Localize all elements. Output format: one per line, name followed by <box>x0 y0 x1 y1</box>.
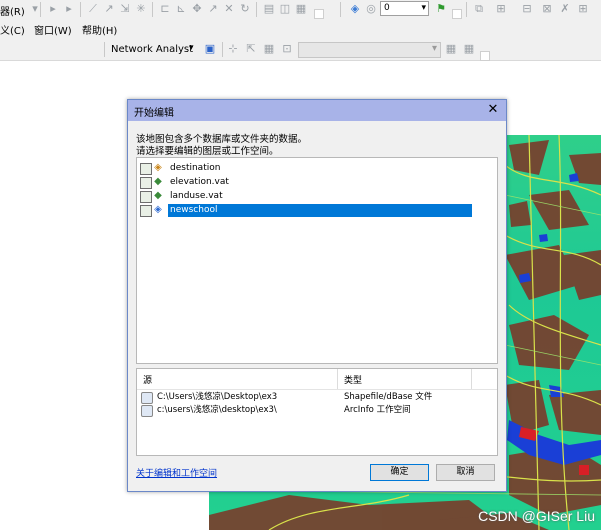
start-editing-dialog: 开始编辑 ✕ 该地图包含多个数据库或文件夹的数据。 请选择要编辑的图层或工作空间… <box>127 99 507 492</box>
network-analyst-menu[interactable]: Network Analyst <box>111 44 193 55</box>
list-item-elevation[interactable]: ◆ elevation.vat <box>140 176 475 189</box>
point-layer-icon: ◈ <box>154 204 162 215</box>
toolbar-options-dropdown[interactable] <box>314 9 324 19</box>
cancel-button[interactable]: 取消 <box>436 464 495 481</box>
source-path: C:\Users\浅悠凉\Desktop\ex3 <box>157 392 278 402</box>
source-type: ArcInfo 工作空间 <box>344 405 411 415</box>
toolbar-separator <box>80 2 81 17</box>
reshape-icon[interactable]: ⊾ <box>174 2 188 16</box>
georef-layer-icon[interactable]: ◈ <box>348 2 362 16</box>
delete-link-icon[interactable]: ✗ <box>558 2 572 16</box>
chevron-down-icon[interactable]: ▾ <box>189 43 194 53</box>
column-header-type: 类型 <box>344 376 363 386</box>
toolbar-row-3: Network Analyst ▾ ▣ ⊹ ⇱ ▦ ⊡ ▾ ▦ ▦ <box>0 39 601 61</box>
viewer-icon[interactable]: ⊞ <box>576 2 590 16</box>
table-row[interactable]: c:\users\浅悠凉\desktop\ex3\ ArcInfo 工作空间 <box>141 404 491 417</box>
snap-icon[interactable]: ✳ <box>134 2 148 16</box>
menu-item-customize[interactable]: 义(C) <box>0 22 25 37</box>
scale-icon[interactable]: ↗ <box>206 2 220 16</box>
layer-list[interactable]: ◈ destination ◆ elevation.vat ◆ landuse.… <box>136 157 498 364</box>
layer-label: landuse.vat <box>170 191 223 201</box>
list-item-destination[interactable]: ◈ destination <box>140 162 475 175</box>
source-path: c:\users\浅悠凉\desktop\ex3\ <box>157 405 277 415</box>
help-link[interactable]: 关于编辑和工作空间 <box>136 466 217 479</box>
select-link-icon[interactable]: ⊠ <box>540 2 554 16</box>
menu-item-window[interactable]: 窗口(W) <box>34 22 72 37</box>
flag-icon[interactable]: ⚑ <box>434 2 448 16</box>
step-icon[interactable]: ▸ <box>62 2 76 16</box>
layer-label: elevation.vat <box>170 177 229 187</box>
point-layer-icon: ◈ <box>154 162 162 173</box>
toolbar-row-1: 器(R) ▾ ▸ ▸ ⟋ ↗ ⇲ ✳ ⊏ ⊾ ✥ ↗ ✕ ↻ ▤ ◫ ▦ ◈ ◎… <box>0 0 601 19</box>
column-header-source: 源 <box>143 376 153 386</box>
layer-label: destination <box>170 163 221 173</box>
georef-value-dropdown[interactable]: 0 ▾ <box>380 1 429 16</box>
close-icon[interactable]: ✕ <box>486 102 500 118</box>
dialog-description-line2: 请选择要编辑的图层或工作空间。 <box>136 146 279 157</box>
line-tool-icon[interactable]: ⟋ <box>86 2 100 16</box>
split-icon[interactable]: ⊏ <box>158 2 172 16</box>
toolbar-separator <box>104 42 105 57</box>
link-table-icon[interactable]: ⊟ <box>520 2 534 16</box>
georef-value: 0 <box>384 3 390 13</box>
georef-zoom-icon[interactable]: ◎ <box>364 2 378 16</box>
curve-tool-icon[interactable]: ↗ <box>102 2 116 16</box>
toolbar-separator <box>340 2 341 17</box>
play-icon[interactable]: ▸ <box>46 2 60 16</box>
move-icon[interactable]: ✥ <box>190 2 204 16</box>
column-divider <box>471 369 472 389</box>
network-identify-icon[interactable]: ▦ <box>462 42 476 56</box>
delete-vertex-icon[interactable]: ✕ <box>222 2 236 16</box>
toolbar-separator <box>256 2 257 17</box>
georef-tool-icon[interactable]: ⧉ <box>472 2 486 16</box>
ok-button[interactable]: 确定 <box>370 464 429 481</box>
directions-icon[interactable]: ⊡ <box>280 42 294 56</box>
toolbar-separator <box>222 42 223 57</box>
table-layer-icon: ◆ <box>154 176 162 187</box>
table-row[interactable]: C:\Users\浅悠凉\Desktop\ex3 Shapefile/dBase… <box>141 391 491 404</box>
menu-item-partial[interactable]: 器(R) <box>0 3 25 18</box>
attributes-icon[interactable]: ▤ <box>262 2 276 16</box>
table-icon <box>140 177 152 189</box>
watermark: CSDN @GISer Liu <box>478 508 595 524</box>
source-type: Shapefile/dBase 文件 <box>344 392 433 402</box>
list-item-landuse[interactable]: ◆ landuse.vat <box>140 190 475 203</box>
vertex-tool-icon[interactable]: ⇲ <box>118 2 132 16</box>
flag-options-dropdown[interactable] <box>452 9 462 19</box>
build-network-icon[interactable]: ▦ <box>444 42 458 56</box>
add-control-points-icon[interactable]: ⊞ <box>494 2 508 16</box>
toolbar-separator <box>466 2 467 17</box>
dialog-title: 开始编辑 <box>134 108 174 119</box>
edit-layer-icon <box>140 163 152 175</box>
sketch-properties-icon[interactable]: ◫ <box>278 2 292 16</box>
select-network-icon[interactable]: ⇱ <box>244 42 258 56</box>
rotate-icon[interactable]: ↻ <box>238 2 252 16</box>
folder-edit-icon <box>141 392 153 404</box>
dialog-titlebar[interactable]: 开始编辑 ✕ <box>128 100 506 121</box>
database-icon <box>141 405 153 417</box>
list-item-newschool[interactable]: ◈ newschool <box>140 204 475 217</box>
create-features-icon[interactable]: ▦ <box>294 2 308 16</box>
new-route-icon[interactable]: ⊹ <box>226 42 240 56</box>
table-layer-icon: ◆ <box>154 190 162 201</box>
chevron-down-icon: ▾ <box>431 43 437 54</box>
layer-label: newschool <box>168 204 472 217</box>
solve-icon[interactable]: ▦ <box>262 42 276 56</box>
table-icon <box>140 191 152 203</box>
source-table: 源 类型 C:\Users\浅悠凉\Desktop\ex3 Shapefile/… <box>136 368 498 456</box>
edit-layer-icon <box>140 205 152 217</box>
network-dataset-dropdown[interactable]: ▾ <box>298 42 441 58</box>
menu-item-help[interactable]: 帮助(H) <box>82 22 117 37</box>
toolbar-row-2: 义(C) 窗口(W) 帮助(H) <box>0 19 601 39</box>
column-divider <box>337 369 338 389</box>
chevron-down-icon: ▾ <box>421 3 426 13</box>
toolbar-separator <box>152 2 153 17</box>
header-divider <box>137 389 497 390</box>
toolbar-separator <box>40 2 41 17</box>
toolbar-options-dropdown[interactable] <box>480 51 490 61</box>
network-analyst-window-icon[interactable]: ▣ <box>203 42 217 56</box>
